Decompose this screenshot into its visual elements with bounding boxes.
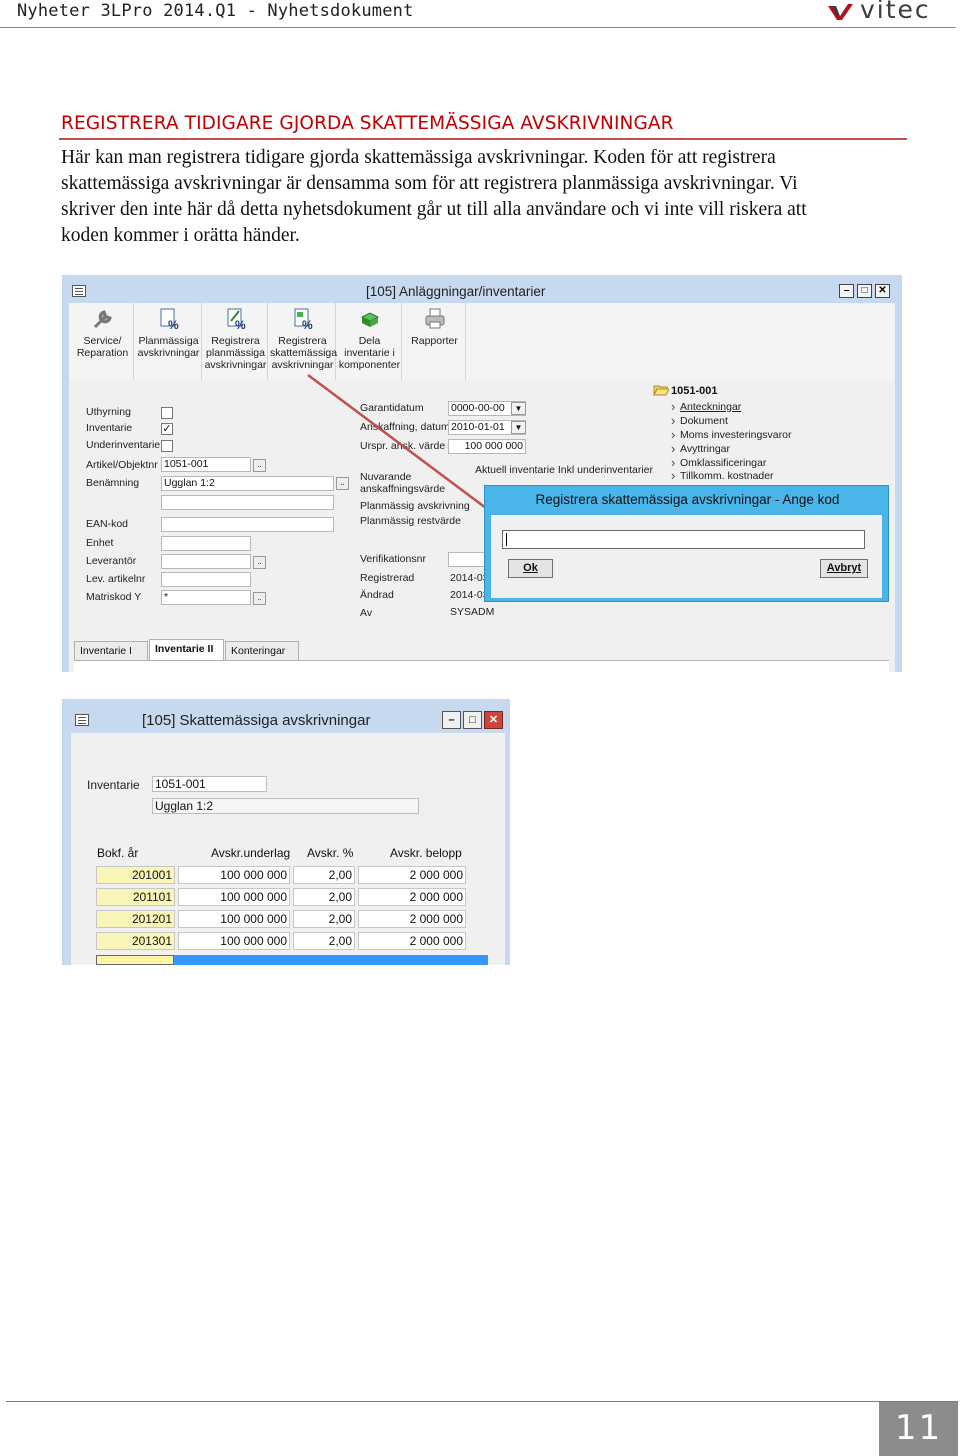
body-line: koden kommer i orätta händer. [61,225,300,246]
year-cell[interactable]: 201101 [96,888,175,906]
code-input[interactable] [502,530,865,549]
minimize-button[interactable]: – [442,711,461,729]
section-rule [59,138,907,140]
body-line: skattemässiga avskrivningar är densamma … [61,173,798,194]
system-menu-icon[interactable] [75,714,89,726]
page-number-badge: 11 [879,1402,958,1456]
percent-cell[interactable]: 2,00 [293,866,355,884]
amount-cell[interactable]: 2 000 000 [358,888,466,906]
percent-cell[interactable]: 2,00 [293,910,355,928]
vitec-logo-mark-icon [828,4,853,20]
close-button[interactable]: ✕ [484,711,503,729]
basis-cell[interactable]: 100 000 000 [178,910,290,928]
basis-cell[interactable]: 100 000 000 [178,932,290,950]
year-cell[interactable]: 201201 [96,910,175,928]
inventarie-name-field: Ugglan 1:2 [152,798,419,814]
annotation-arrow [307,373,503,522]
basis-cell[interactable]: 100 000 000 [178,888,290,906]
column-header: Avskr. belopp [390,846,462,860]
cancel-button[interactable]: Avbryt [820,559,868,578]
ok-button[interactable]: Ok [508,559,553,578]
body-line: Här kan man registrera tidigare gjorda s… [61,147,776,168]
year-cell[interactable]: 201001 [96,866,175,884]
inventarie-label: Inventarie [87,778,140,792]
dialog-title: Registrera skattemässiga avskrivningar -… [535,492,840,507]
year-cell[interactable]: 201301 [96,932,175,950]
document-title: Nyheter 3LPro 2014.Q1 - Nyhetsdokument [17,1,414,21]
column-header: Avskr.underlag [211,846,291,860]
footer-rule [6,1401,958,1402]
window-title: [105] Skattemässiga avskrivningar [142,712,371,729]
logo-text: vitec [860,0,931,24]
percent-cell[interactable]: 2,00 [293,932,355,950]
column-header: Bokf. år [97,846,139,860]
tax-depreciation-window-screenshot: [105] Skattemässiga avskrivningar – □ ✕ … [62,699,510,965]
column-header: Avskr. % [307,846,354,860]
body-line: skriver den inte här då detta nyhetsdoku… [61,199,807,220]
basis-cell[interactable]: 100 000 000 [178,866,290,884]
section-heading: REGISTRERA TIDIGARE GJORDA SKATTEMÄSSIGA… [61,113,674,134]
tab-inventarie-1[interactable]: Inventarie I [74,641,148,661]
maximize-button[interactable]: □ [463,711,482,729]
percent-cell[interactable]: 2,00 [293,888,355,906]
amount-cell[interactable]: 2 000 000 [358,910,466,928]
assets-window-screenshot: [105] Anläggningar/inventarier – □ ✕ Ser… [62,275,902,672]
vitec-logo: vitec [826,0,946,24]
dialog-body [491,515,882,598]
amount-cell[interactable]: 2 000 000 [358,932,466,950]
body-paragraph: Här kan man registrera tidigare gjorda s… [61,145,911,249]
tab-panel [74,660,889,672]
tab-konteringar[interactable]: Konteringar [225,641,299,661]
tab-inventarie-2[interactable]: Inventarie II [149,639,224,661]
enter-code-dialog: Registrera skattemässiga avskrivningar -… [484,485,889,602]
amount-cell[interactable]: 2 000 000 [358,866,466,884]
inventarie-field[interactable]: 1051-001 [152,776,267,792]
header-rule [0,27,956,28]
page-header: Nyheter 3LPro 2014.Q1 - Nyhetsdokument v… [0,0,960,28]
page-number: 11 [894,1408,943,1448]
new-row-year-cell[interactable] [96,955,174,965]
